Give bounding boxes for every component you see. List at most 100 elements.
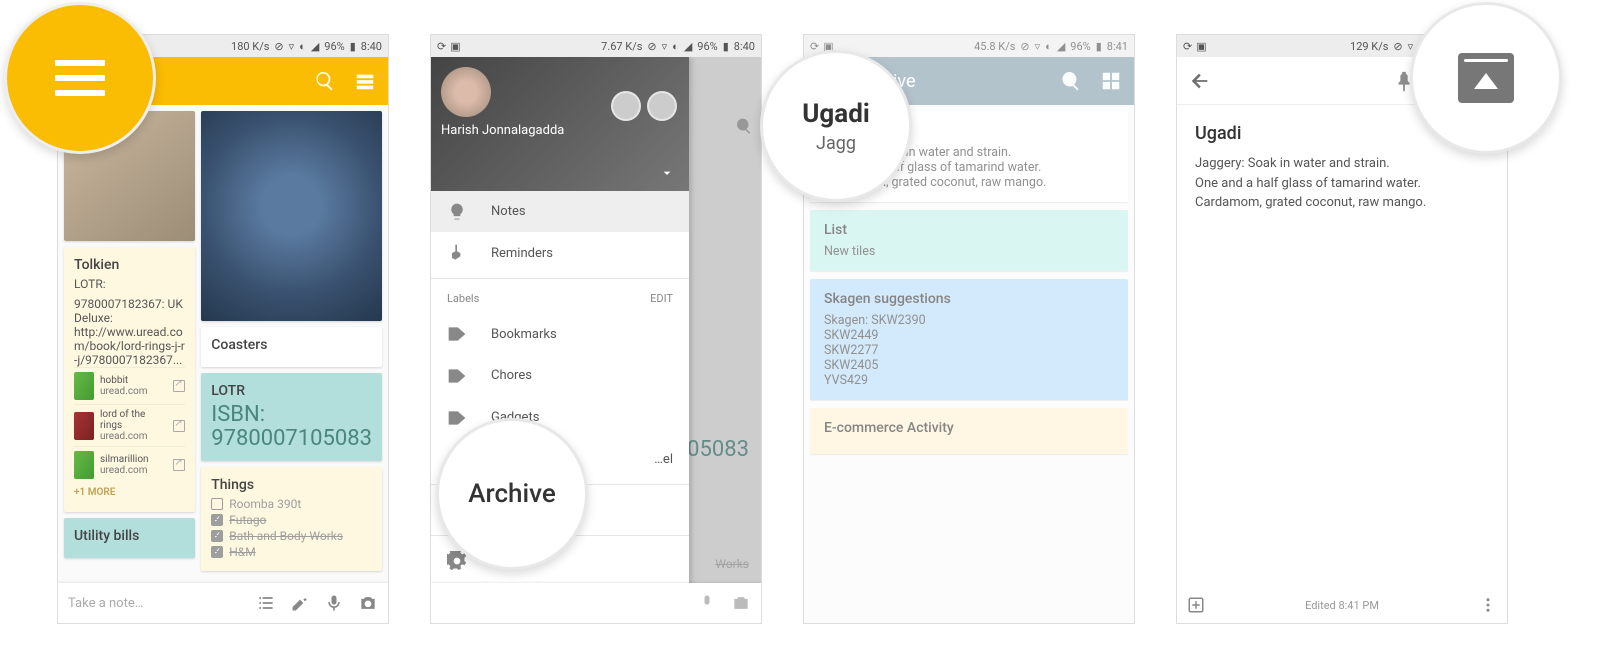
note-image-thumbnail[interactable]	[201, 111, 382, 321]
add-box-icon[interactable]	[1187, 596, 1205, 614]
dnd-icon: ◐	[299, 40, 306, 53]
view-toggle-icon[interactable]	[354, 70, 376, 92]
search-icon[interactable]	[1060, 70, 1082, 92]
drawer-section-labels: Labels EDIT	[431, 283, 689, 313]
net-speed: 7.67 K/s	[601, 40, 642, 53]
battery-icon: ▮	[723, 40, 729, 53]
open-link-icon[interactable]	[173, 459, 185, 471]
callout-label: Ugadi	[802, 99, 869, 129]
note-title: List	[824, 222, 1114, 238]
open-link-icon[interactable]	[173, 420, 185, 432]
drawer-item-notes[interactable]: Notes	[431, 191, 689, 233]
bulb-icon	[447, 202, 467, 222]
callout-hamburger	[4, 2, 156, 154]
mic-icon[interactable]	[324, 593, 344, 613]
tag-icon	[447, 408, 467, 428]
note-link: http://www.uread.com/book/lord-rings-j-r…	[74, 325, 185, 367]
editor-bottom-bar: Edited 8:41 PM	[1177, 587, 1507, 623]
battery-pct: 96%	[697, 40, 717, 53]
note-title: E-commerce Activity	[824, 420, 1114, 436]
note-text: SKW2449	[824, 328, 1114, 343]
rotate-icon: ⊘	[274, 40, 283, 53]
battery-pct: 96%	[324, 40, 344, 53]
camera-icon	[731, 593, 751, 613]
checklist-item[interactable]: ✓Futago	[211, 513, 372, 527]
avatar[interactable]	[441, 67, 491, 117]
archive-note-list[interactable]: List New tiles	[810, 210, 1128, 271]
dnd-icon: ◐	[1045, 40, 1052, 53]
dnd-icon: ◐	[672, 40, 679, 53]
chevron-down-icon[interactable]	[659, 165, 675, 181]
open-link-icon[interactable]	[173, 380, 185, 392]
net-speed: 45.8 K/s	[974, 40, 1015, 53]
checklist-item[interactable]: Roomba 390t	[211, 497, 372, 511]
sync-icon: ⟳	[1183, 40, 1192, 53]
photo-icon: ▣	[450, 40, 460, 53]
note-title: Skagen suggestions	[824, 291, 1114, 307]
list-icon[interactable]	[256, 593, 276, 613]
sync-icon: ⟳	[437, 40, 446, 53]
drawer-label-bookmarks[interactable]: Bookmarks	[431, 313, 689, 355]
note-things[interactable]: Things Roomba 390t ✓Futago ✓Bath and Bod…	[201, 467, 382, 571]
note-text: ISBN: 9780007105083	[211, 403, 372, 451]
note-text: New tiles	[824, 244, 1114, 259]
drawer-label-chores[interactable]: Chores	[431, 355, 689, 397]
net-speed: 129 K/s	[1350, 40, 1388, 53]
grid-view-icon[interactable]	[1100, 70, 1122, 92]
more-chip[interactable]: +1 MORE	[74, 483, 185, 502]
search-icon[interactable]	[314, 70, 336, 92]
note-title: Tolkien	[74, 257, 185, 273]
note-title: Utility bills	[74, 528, 185, 544]
note-title: Coasters	[211, 337, 372, 353]
drawer-label: Reminders	[491, 246, 553, 261]
more-vert-icon[interactable]	[1479, 596, 1497, 614]
draw-icon[interactable]	[290, 593, 310, 613]
note-body-input[interactable]: Jaggery: Soak in water and strain. One a…	[1195, 154, 1489, 213]
signal-icon: ◢	[684, 40, 692, 53]
back-arrow-icon[interactable]	[1189, 70, 1211, 92]
net-speed: 180 K/s	[231, 40, 269, 53]
drawer-item-reminders[interactable]: Reminders	[431, 232, 689, 274]
drawer-label: …el	[654, 452, 673, 467]
battery-pct: 96%	[1070, 40, 1090, 53]
callout-label: Archive	[468, 479, 556, 509]
clock: 8:40	[361, 40, 382, 53]
link-preview[interactable]: silmarillionuread.com	[74, 446, 185, 483]
camera-icon[interactable]	[358, 593, 378, 613]
rotate-icon: ⊘	[647, 40, 656, 53]
note-title: Things	[211, 477, 372, 493]
battery-icon: ▮	[350, 40, 356, 53]
account-avatar-small[interactable]	[611, 91, 641, 121]
photo-icon: ▣	[1196, 40, 1206, 53]
wifi-icon: ▿	[662, 40, 668, 53]
rotate-icon: ⊘	[1393, 40, 1402, 53]
callout-unarchive	[1410, 2, 1562, 154]
account-avatar-small[interactable]	[647, 91, 677, 121]
drawer-header[interactable]: Harish Jonnalagadda	[431, 57, 689, 191]
account-name: Harish Jonnalagadda	[441, 123, 679, 138]
note-text: SKW2277	[824, 343, 1114, 358]
archive-note-ecom[interactable]: E-commerce Activity	[810, 408, 1128, 454]
checklist-item[interactable]: ✓H&M	[211, 545, 372, 559]
link-preview[interactable]: lord of the ringsuread.com	[74, 404, 185, 446]
note-coasters[interactable]: Coasters	[201, 327, 382, 367]
note-utility[interactable]: Utility bills	[64, 518, 195, 558]
notes-grid-area: Tolkien LOTR: 9780007182367: UK Deluxe: …	[58, 105, 388, 623]
battery-icon: ▮	[1096, 40, 1102, 53]
take-note-hint: Take a note…	[68, 596, 242, 611]
take-note-bar[interactable]: Take a note…	[58, 583, 388, 623]
clock: 8:40	[734, 40, 755, 53]
archive-note-skagen[interactable]: Skagen suggestions Skagen: SKW2390 SKW24…	[810, 279, 1128, 400]
wifi-icon: ▿	[289, 40, 295, 53]
note-tolkien[interactable]: Tolkien LOTR: 9780007182367: UK Deluxe: …	[64, 247, 195, 512]
checklist-item[interactable]: ✓Bath and Body Works	[211, 529, 372, 543]
hamburger-icon	[55, 60, 105, 96]
status-bar: ⟳ ▣ 7.67 K/s ⊘ ▿ ◐ ◢ 96% ▮ 8:40	[431, 35, 761, 57]
unarchive-icon	[1458, 53, 1514, 103]
labels-edit-button[interactable]: EDIT	[650, 292, 673, 305]
link-preview[interactable]: hobbituread.com	[74, 367, 185, 404]
sync-icon: ⟳	[810, 40, 819, 53]
finger-icon	[447, 243, 467, 263]
note-text: 9780007182367: UK Deluxe:	[74, 297, 185, 325]
note-lotr[interactable]: LOTR ISBN: 9780007105083	[201, 373, 382, 461]
